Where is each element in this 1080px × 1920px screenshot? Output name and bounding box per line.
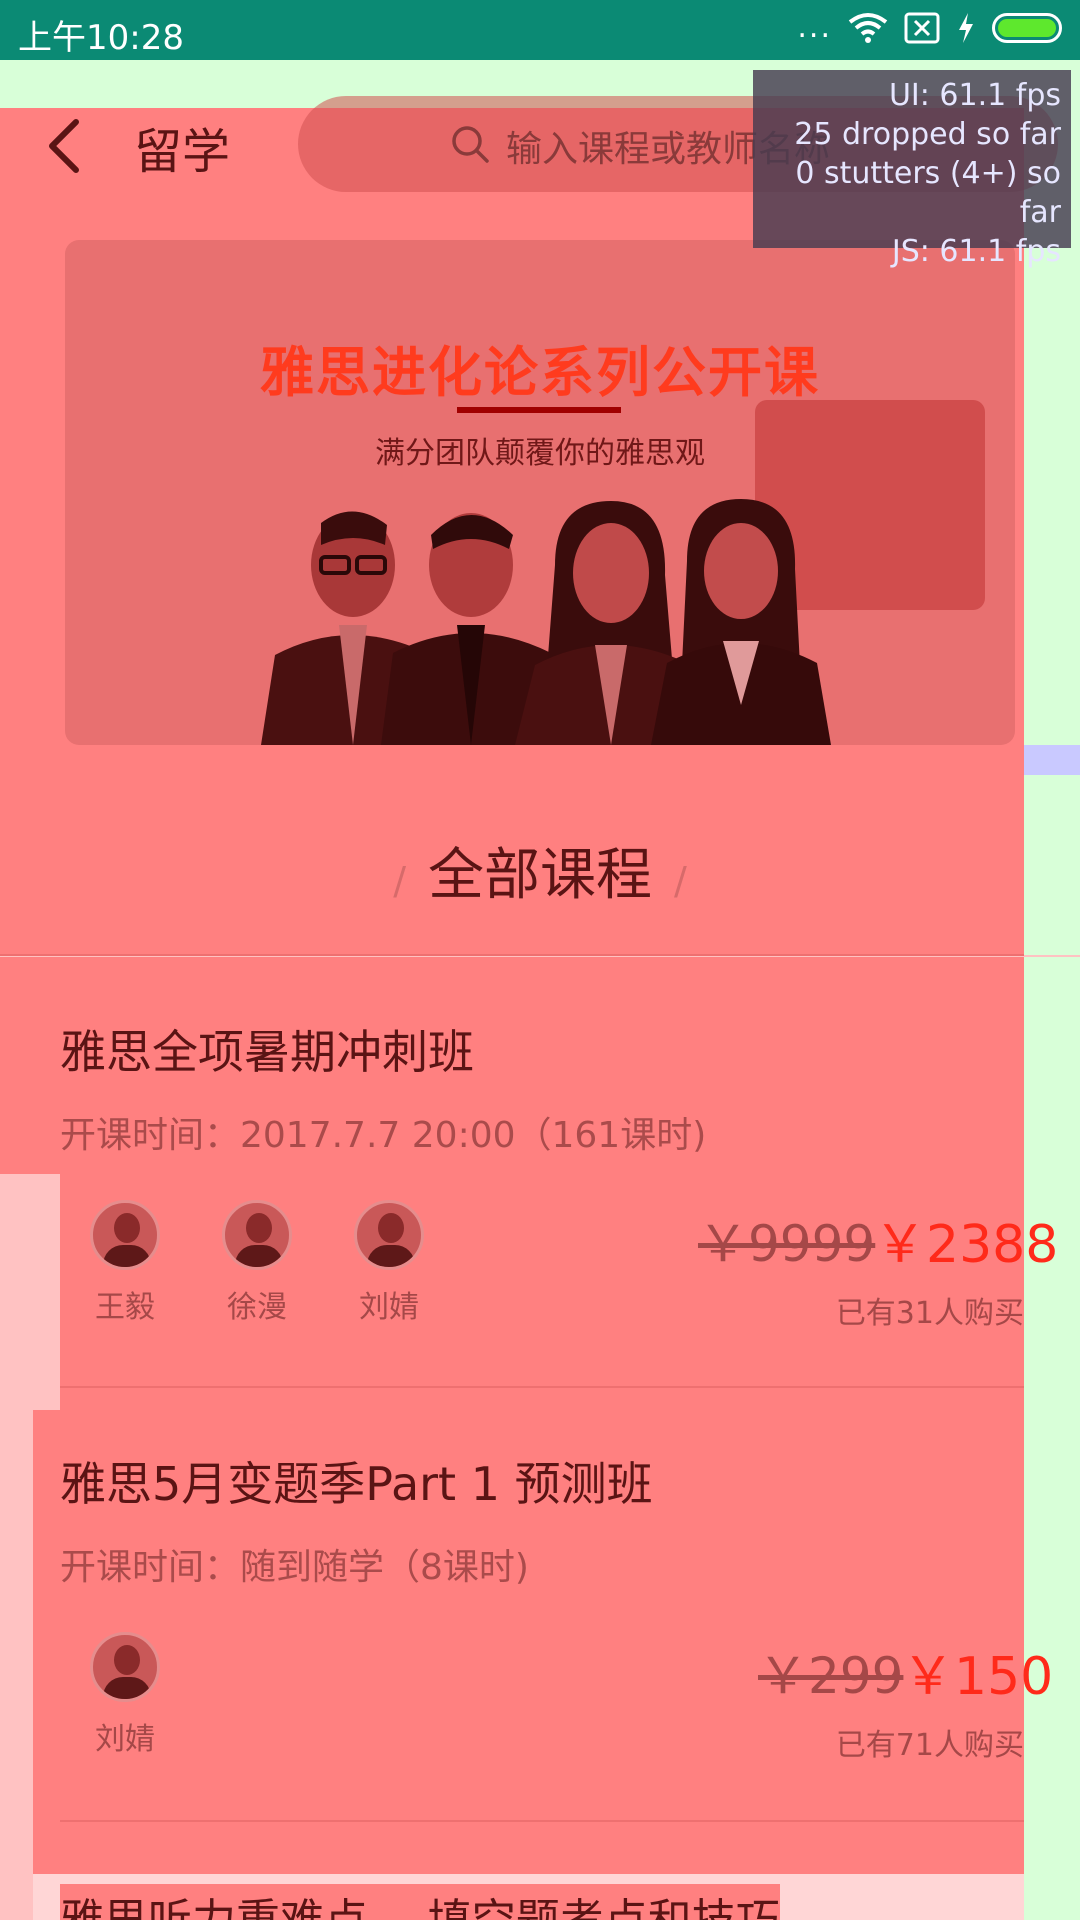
no-sim-icon — [904, 12, 940, 44]
promo-banner[interactable]: 雅思进化论系列公开课 满分团队颠覆你的雅思观 — [65, 240, 1015, 745]
status-bar: 上午10:28 ... — [0, 0, 1080, 60]
banner-subtitle: 满分团队颠覆你的雅思观 — [375, 436, 705, 471]
course-time: 开课时间：2017.7.7 20:00（161课时) — [60, 1115, 707, 1156]
divider — [60, 1820, 1024, 1822]
original-price: ￥299 — [758, 1647, 904, 1705]
teacher-item[interactable]: 刘婧 — [334, 1200, 444, 1326]
charging-bolt-icon — [959, 13, 973, 43]
course-title[interactable]: 雅思听力重难点 -- 填空题考点和技巧 — [60, 1884, 780, 1920]
status-icons: ... — [797, 12, 1062, 44]
fps-js: JS: 61.1 fps — [891, 234, 1061, 269]
section-title-text: 全部课程 — [428, 843, 652, 908]
teacher-item[interactable]: 徐漫 — [202, 1200, 312, 1326]
teacher-name: 刘婧 — [95, 1722, 155, 1757]
purchase-count: 已有31人购买 — [835, 1296, 1024, 1331]
section-title: / 全部课程 / — [0, 830, 1080, 911]
back-arrow-icon[interactable] — [44, 118, 84, 174]
course-title: 雅思5月变题季Part 1 预测班 — [60, 1457, 653, 1511]
overdraw-region — [0, 1410, 33, 1920]
sale-price: ￥2388 — [874, 1215, 1059, 1275]
purchase-count: 已有71人购买 — [835, 1728, 1024, 1763]
teacher-avatar — [222, 1200, 292, 1270]
section-slash-left: / — [393, 859, 406, 903]
teacher-name: 王毅 — [95, 1290, 155, 1325]
fps-ui: UI: 61.1 fps — [888, 78, 1061, 113]
course-title: 雅思全项暑期冲刺班 — [60, 1025, 474, 1079]
teacher-item[interactable]: 王毅 — [70, 1200, 180, 1326]
status-time: 上午10:28 — [18, 18, 184, 58]
search-icon — [452, 126, 489, 163]
divider — [0, 954, 1024, 956]
overdraw-region — [1024, 745, 1080, 775]
overdraw-region — [0, 1174, 60, 1410]
battery-icon — [992, 13, 1062, 43]
banner-divider — [457, 407, 621, 413]
fps-stutters: 0 stutters (4+) so far — [795, 156, 1061, 230]
banner-title: 雅思进化论系列公开课 — [260, 341, 820, 404]
teacher-photo — [651, 499, 831, 745]
fps-overlay: UI: 61.1 fps 25 dropped so far 0 stutter… — [753, 70, 1071, 269]
teacher-item[interactable]: 刘婧 — [70, 1632, 180, 1758]
page-title: 留学 — [134, 124, 231, 180]
battery-fill — [998, 19, 1056, 37]
wifi-icon — [848, 13, 888, 43]
course-time: 开课时间：随到随学（8课时) — [60, 1547, 529, 1588]
teacher-avatar — [90, 1632, 160, 1702]
original-price: ￥9999 — [698, 1215, 876, 1273]
section-slash-right: / — [674, 859, 687, 903]
divider — [60, 1386, 1024, 1388]
sale-price: ￥150 — [902, 1647, 1054, 1707]
teacher-avatar — [354, 1200, 424, 1270]
fps-dropped: 25 dropped so far — [794, 117, 1061, 152]
teacher-avatar — [90, 1200, 160, 1270]
teacher-name: 刘婧 — [359, 1290, 419, 1325]
more-dots-icon: ... — [797, 10, 832, 45]
teacher-name: 徐漫 — [227, 1290, 287, 1325]
